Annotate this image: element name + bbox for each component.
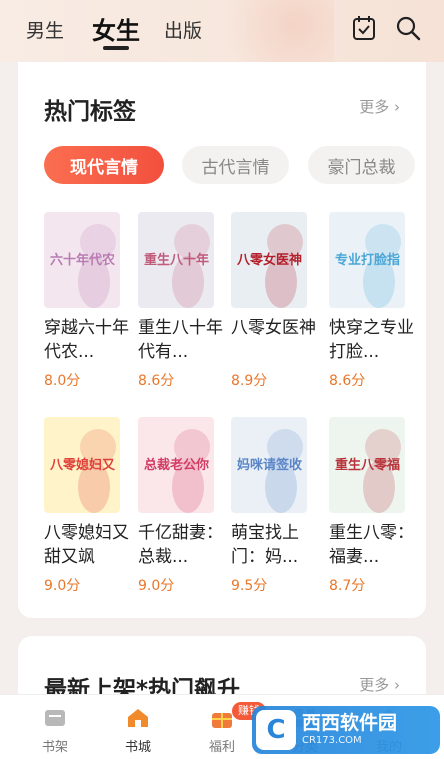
chevron-right-icon: › [394,98,400,116]
watermark: C 西西软件园 CR173.COM [252,706,440,754]
search-icon[interactable] [394,14,422,42]
book-cover[interactable]: 八零女医神 [231,212,307,308]
more-link-latest[interactable]: 更多 › [359,674,400,695]
book-cover[interactable]: 专业打脸指 [329,212,405,308]
tab-publish[interactable]: 出版 [164,16,202,43]
book-title[interactable]: 千亿甜妻：总裁... [138,521,224,569]
tab-male[interactable]: 男生 [26,16,64,43]
more-link-hot-tags[interactable]: 更多 › [359,96,400,117]
book-item[interactable]: 重生八零福重生八零：福妻... 8.7分 [329,417,414,595]
calendar-check-icon[interactable] [350,14,378,42]
book-item[interactable]: 总裁老公你千亿甜妻：总裁... 9.0分 [138,417,223,595]
book-item[interactable]: 妈咪请签收 萌宝找上门：妈... 9.5分 [231,417,307,595]
chevron-right-icon: › [394,676,400,694]
cover-title: 重生八零福 [335,457,400,473]
book-cover[interactable]: 总裁老公你 [138,417,214,513]
more-label: 更多 [359,676,390,694]
cover-title: 专业打脸指 [335,252,400,268]
nav-bookstore[interactable]: 书城 [103,695,173,759]
book-title[interactable]: 快穿之专业打脸... [329,316,415,364]
book-score: 8.6分 [329,373,366,389]
active-tab-indicator [103,46,129,50]
book-cover[interactable]: 八零媳妇又 [44,417,120,513]
watermark-subtitle: CR173.COM [302,735,362,746]
book-score: 9.0分 [138,578,175,594]
book-score: 8.0分 [44,373,81,389]
book-item[interactable]: 六十年代农穿越六十年代农... 8.0分 [44,212,129,390]
book-title[interactable]: 穿越六十年代农... [44,316,130,364]
watermark-text: 西西软件园 CR173.COM [302,712,397,748]
book-score: 9.5分 [231,578,268,594]
book-item[interactable]: 重生八十年重生八十年代有... 8.6分 [138,212,223,390]
hot-tags-card: 热门标签 更多 › 现代言情 古代言情 豪门总裁 六十年代农穿越六十年代农...… [18,62,426,618]
book-score: 8.6分 [138,373,175,389]
chip-modern-romance[interactable]: 现代言情 [44,146,164,184]
book-title[interactable]: 重生八十年代有... [138,316,224,364]
cover-title: 六十年代农 [50,252,115,268]
top-bar: 男生 女生 出版 [0,0,444,62]
book-title[interactable]: 重生八零：福妻... [329,521,415,569]
book-item[interactable]: 八零女医神 八零女医神 8.9分 [231,212,316,390]
book-score: 9.0分 [44,578,81,594]
nav-bookshelf[interactable]: 书架 [20,695,90,759]
cover-title: 总裁老公你 [144,457,209,473]
book-title[interactable]: 八零女医神 [231,316,317,364]
chip-ceo-romance[interactable]: 豪门总裁 [308,146,415,184]
header-decoration [204,0,334,62]
book-title[interactable]: 八零媳妇又甜又飒 [44,521,130,569]
book-score: 8.9分 [231,373,268,389]
bookshelf-icon [43,707,67,729]
book-item[interactable]: 专业打脸指快穿之专业打脸... 8.6分 [329,212,414,390]
gift-icon [210,707,234,729]
tab-female[interactable]: 女生 [92,11,140,46]
home-icon [126,707,150,729]
book-score: 8.7分 [329,578,366,594]
cover-title: 八零女医神 [236,252,302,268]
cover-title: 妈咪请签收 [237,457,303,473]
book-title[interactable]: 萌宝找上门：妈... [231,521,317,569]
watermark-logo: C [256,710,296,750]
section-title-hot-tags: 热门标签 [44,99,136,125]
nav-label-bookstore: 书城 [124,740,151,755]
nav-label-welfare: 福利 [208,740,235,755]
cover-title: 八零媳妇又 [49,457,116,473]
book-cover[interactable]: 重生八十年 [138,212,214,308]
book-cover[interactable]: 重生八零福 [329,417,405,513]
book-cover[interactable]: 妈咪请签收 [231,417,307,513]
cover-title: 重生八十年 [144,252,209,268]
nav-label-bookshelf: 书架 [41,740,68,755]
more-label: 更多 [359,98,390,116]
chip-ancient-romance[interactable]: 古代言情 [182,146,289,184]
book-item[interactable]: 八零媳妇又八零媳妇又甜又飒 9.0分 [44,417,129,595]
watermark-title: 西西软件园 [302,712,398,734]
book-cover[interactable]: 六十年代农 [44,212,120,308]
